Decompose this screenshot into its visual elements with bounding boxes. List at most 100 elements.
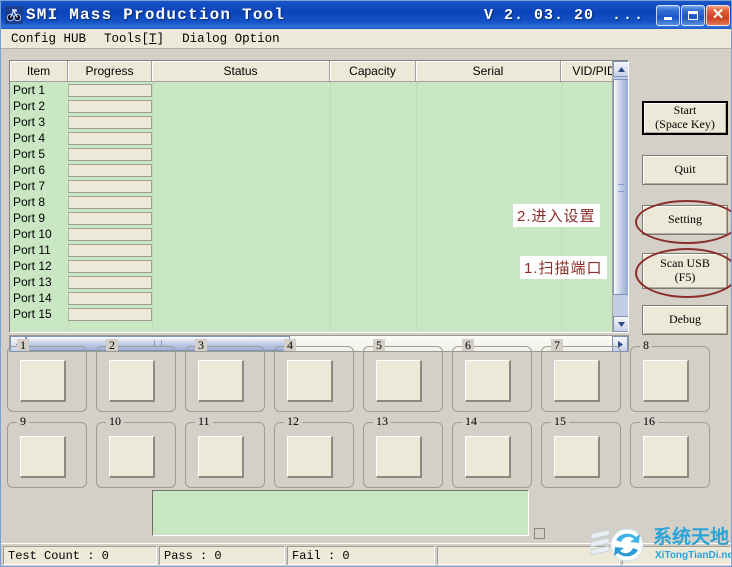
minimize-icon xyxy=(657,6,679,25)
table-row[interactable]: Port 4 xyxy=(10,130,628,146)
device-slot-5[interactable]: 5 xyxy=(363,339,443,412)
close-icon: ✕ xyxy=(711,6,725,23)
device-slot-12[interactable]: 12 xyxy=(274,415,354,488)
scan-usb-button[interactable]: Scan USB (F5) xyxy=(642,253,728,289)
row-progress-bar xyxy=(68,291,152,305)
menu-label-tools-before: Tools[ xyxy=(104,31,150,46)
row-progress-bar xyxy=(68,275,152,289)
device-slot-indicator xyxy=(287,360,333,402)
device-slot-indicator xyxy=(20,360,66,402)
table-row[interactable]: Port 15 xyxy=(10,306,628,322)
close-button[interactable]: ✕ xyxy=(706,4,730,26)
row-progress-bar xyxy=(68,83,152,97)
row-progress-bar xyxy=(68,307,152,321)
device-slot-indicator xyxy=(109,436,155,478)
row-item-label: Port 10 xyxy=(13,227,52,241)
device-slot-10[interactable]: 10 xyxy=(96,415,176,488)
device-slot-6[interactable]: 6 xyxy=(452,339,532,412)
maximize-icon xyxy=(682,6,704,25)
device-slot-indicator xyxy=(20,436,66,478)
maximize-button[interactable] xyxy=(681,4,705,26)
column-header-label: Status xyxy=(223,64,258,78)
column-separator xyxy=(416,82,418,332)
menu-label-tools-accel: T xyxy=(149,31,157,46)
device-slot-15[interactable]: 15 xyxy=(541,415,621,488)
log-output-panel[interactable] xyxy=(152,490,529,536)
device-slot-7[interactable]: 7 xyxy=(541,339,621,412)
setting-button-label: Setting xyxy=(667,212,702,227)
column-separator xyxy=(68,82,70,332)
column-header-label: VID/PID xyxy=(572,64,616,78)
row-progress-bar xyxy=(68,179,152,193)
scroll-down-button[interactable] xyxy=(613,316,628,332)
list-column-header-capacity[interactable]: Capacity xyxy=(330,61,416,82)
device-slot-indicator xyxy=(643,436,689,478)
status-pane-3 xyxy=(437,546,620,565)
minimize-button[interactable] xyxy=(656,4,680,26)
list-column-header-progress[interactable]: Progress xyxy=(68,61,152,82)
device-slot-label: 5 xyxy=(373,339,385,351)
annotation-scan-note: 1.扫描端口 xyxy=(520,256,607,279)
row-progress-bar xyxy=(68,227,152,241)
list-column-header-item[interactable]: Item xyxy=(10,61,68,82)
row-item-label: Port 11 xyxy=(13,243,51,257)
device-slot-label: 14 xyxy=(462,415,480,427)
column-separator xyxy=(152,82,154,332)
vertical-scrollbar[interactable] xyxy=(612,61,628,332)
table-row[interactable]: Port 6 xyxy=(10,162,628,178)
device-slot-8[interactable]: 8 xyxy=(630,339,710,412)
table-row[interactable]: Port 1 xyxy=(10,82,628,98)
row-item-label: Port 3 xyxy=(13,115,46,129)
debug-button[interactable]: Debug xyxy=(642,305,728,335)
quit-button[interactable]: Quit xyxy=(642,155,728,185)
row-item-label: Port 9 xyxy=(13,211,46,225)
status-bar: Test Count : 0 Pass : 0 Fail : 0 xyxy=(1,543,731,566)
window-version: V 2. 03. 20 xyxy=(483,6,594,24)
title-bar: SMI Mass Production Tool V 2. 03. 20 ...… xyxy=(1,1,731,29)
row-progress-bar xyxy=(68,147,152,161)
device-slot-1[interactable]: 1 xyxy=(7,339,87,412)
device-slot-label: 7 xyxy=(551,339,563,351)
row-item-label: Port 2 xyxy=(13,99,46,113)
annotation-setting-note: 2.进入设置 xyxy=(513,204,600,227)
device-slot-indicator xyxy=(465,360,511,402)
status-pane-label: Pass : 0 xyxy=(164,548,222,563)
device-slot-label: 15 xyxy=(551,415,569,427)
device-slot-14[interactable]: 14 xyxy=(452,415,532,488)
app-icon xyxy=(5,6,23,24)
log-checkbox[interactable] xyxy=(534,528,545,539)
menu-item-config-hub[interactable]: Config HUB xyxy=(7,31,92,47)
list-column-header-serial[interactable]: Serial xyxy=(416,61,561,82)
scroll-up-button[interactable] xyxy=(613,61,628,77)
device-slot-3[interactable]: 3 xyxy=(185,339,265,412)
device-slot-9[interactable]: 9 xyxy=(7,415,87,488)
setting-button[interactable]: Setting xyxy=(642,205,728,235)
menu-item-tools[interactable]: Tools[T] xyxy=(100,31,170,47)
start-button[interactable]: Start (Space Key) xyxy=(642,101,728,135)
start-button-label-line1: Start xyxy=(673,103,697,118)
device-slot-2[interactable]: 2 xyxy=(96,339,176,412)
table-row[interactable]: Port 5 xyxy=(10,146,628,162)
device-slot-indicator xyxy=(376,360,422,402)
client-area: Item Progress Status Capacity Serial VID/PID … xyxy=(1,50,731,543)
table-row[interactable]: Port 14 xyxy=(10,290,628,306)
list-column-header-status[interactable]: Status xyxy=(152,61,330,82)
table-row[interactable]: Port 2 xyxy=(10,98,628,114)
status-pane-4 xyxy=(622,546,731,565)
device-slot-13[interactable]: 13 xyxy=(363,415,443,488)
vertical-scroll-thumb[interactable] xyxy=(613,79,628,295)
row-item-label: Port 7 xyxy=(13,179,46,193)
table-row[interactable]: Port 3 xyxy=(10,114,628,130)
device-slot-4[interactable]: 4 xyxy=(274,339,354,412)
table-row[interactable]: Port 7 xyxy=(10,178,628,194)
menu-item-dialog-option[interactable]: Dialog Option xyxy=(178,31,286,47)
status-pane-label: Fail : 0 xyxy=(292,548,350,563)
device-slot-16[interactable]: 16 xyxy=(630,415,710,488)
row-progress-bar xyxy=(68,163,152,177)
port-list-view[interactable]: Item Progress Status Capacity Serial VID/PID … xyxy=(9,60,629,333)
table-row[interactable]: Port 10 xyxy=(10,226,628,242)
device-slot-11[interactable]: 11 xyxy=(185,415,265,488)
scan-usb-button-label-line1: Scan USB xyxy=(660,256,710,271)
status-pane-label: Test Count : 0 xyxy=(8,548,109,563)
device-slot-indicator xyxy=(554,436,600,478)
